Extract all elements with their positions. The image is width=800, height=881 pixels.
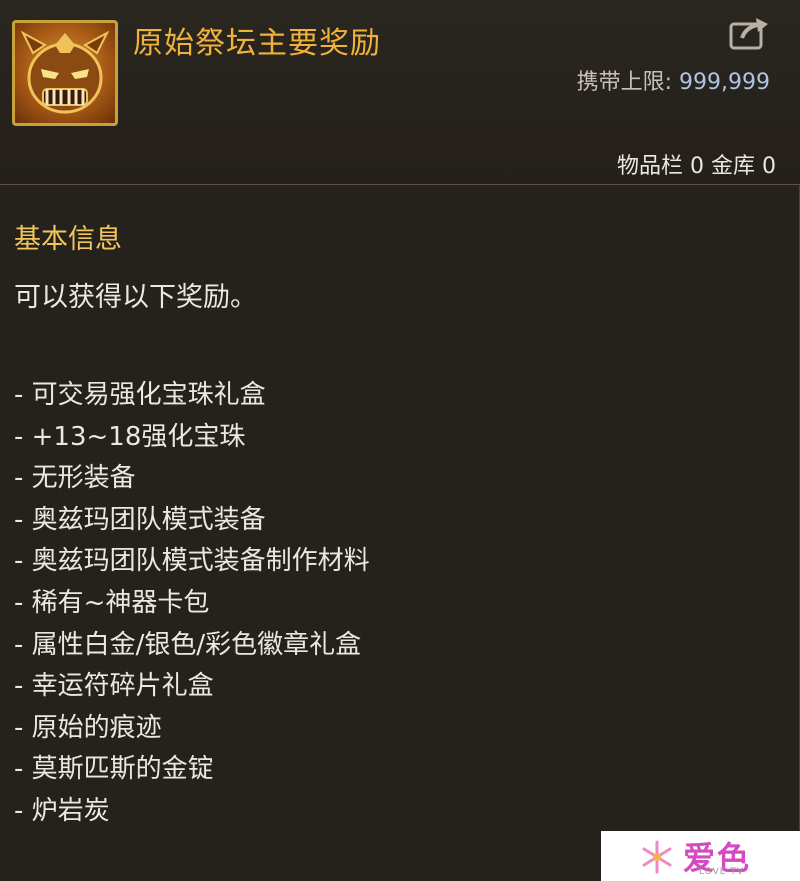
reward-item: - +13~18强化宝珠 [14, 421, 246, 452]
carry-limit-value: 999,999 [679, 70, 770, 95]
demon-mask-icon [12, 20, 118, 126]
reward-item: - 无形装备 [14, 463, 136, 494]
item-title: 原始祭坛主要奖励 [133, 26, 381, 61]
share-icon[interactable] [728, 16, 772, 52]
watermark-subtext: LOVE TV [699, 867, 744, 877]
reward-item: - 可交易强化宝珠礼盒 [14, 380, 266, 410]
basic-info-section: 基本信息 可以获得以下奖励。 - 可交易强化宝珠礼盒 - +13~18强化宝珠 … [14, 218, 779, 833]
carry-limit-label: 携带上限: [576, 70, 673, 95]
reward-description: 可以获得以下奖励。 [14, 282, 257, 313]
reward-item: - 属性白金/银色/彩色徽章礼盒 [14, 629, 362, 660]
reward-item: - 莫斯匹斯的金锭 [14, 754, 214, 785]
reward-list: - 可交易强化宝珠礼盒 - +13~18强化宝珠 - 无形装备 - 奥兹玛团队模… [14, 375, 779, 833]
section-title: 基本信息 [14, 224, 122, 255]
watermark-logo: 爱色 LOVE TV [601, 831, 800, 881]
reward-item: - 幸运符碎片礼盒 [14, 671, 214, 702]
reward-item: - 奥兹玛团队模式装备制作材料 [14, 546, 370, 577]
carry-limit: 携带上限: 999,999 [577, 64, 770, 96]
reward-item: - 奥兹玛团队模式装备 [14, 504, 266, 535]
item-tooltip: 原始祭坛主要奖励 携带上限: 999,999 物品栏 0 金库 0 基本信息 可… [0, 0, 800, 881]
tooltip-header: 原始祭坛主要奖励 携带上限: 999,999 物品栏 0 金库 0 [0, 0, 800, 185]
storage-count: 物品栏 0 金库 0 [617, 154, 776, 179]
snowflake-icon [642, 840, 672, 874]
reward-item: - 炉岩炭 [14, 795, 110, 826]
reward-item: - 原始的痕迹 [14, 712, 162, 743]
reward-item: - 稀有~神器卡包 [14, 587, 210, 618]
